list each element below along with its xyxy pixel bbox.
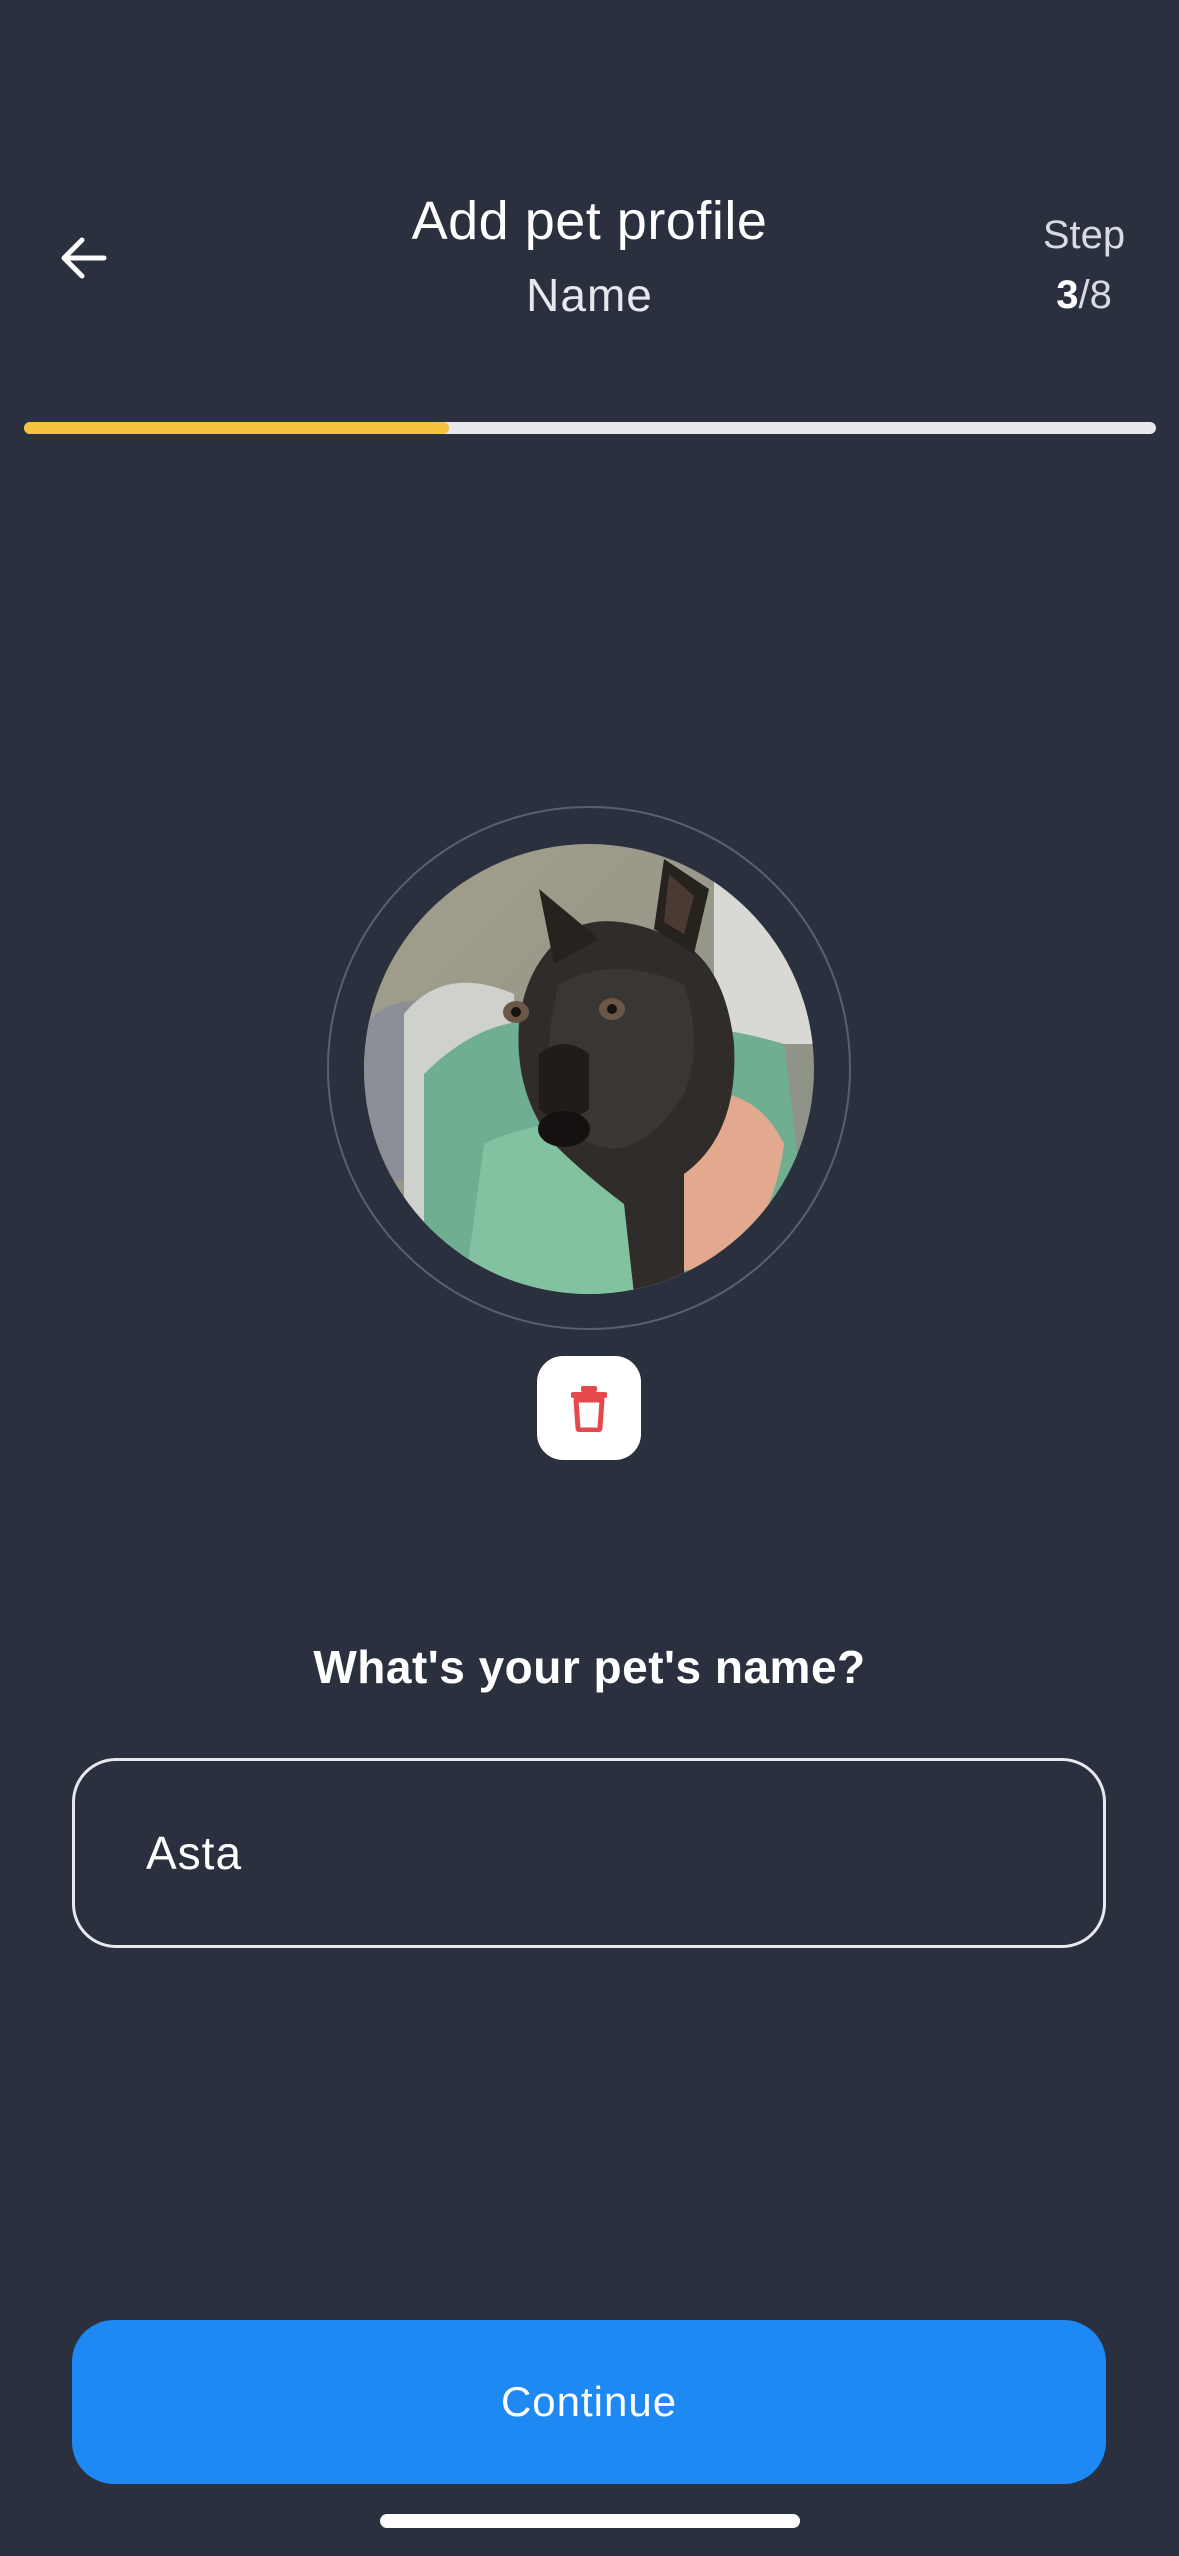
page-title: Add pet profile xyxy=(411,191,768,251)
step-total: 8 xyxy=(1089,273,1112,317)
step-count: 3/8 xyxy=(1009,265,1159,325)
pet-photo-image xyxy=(364,844,814,1294)
pet-name-input[interactable] xyxy=(72,1758,1106,1948)
name-question: What's your pet's name? xyxy=(313,1641,866,1693)
pet-photo[interactable] xyxy=(364,844,814,1294)
trash-icon xyxy=(571,1386,607,1432)
progress-bar xyxy=(24,422,1156,434)
delete-photo-button[interactable] xyxy=(537,1356,641,1460)
step-label: Step xyxy=(1042,213,1126,257)
home-indicator[interactable] xyxy=(380,2514,800,2528)
step-indicator: Step 3/8 xyxy=(1009,205,1159,325)
continue-button-label: Continue xyxy=(500,2378,678,2425)
step-current: 3 xyxy=(1056,273,1079,317)
progress-bar-fill xyxy=(24,422,449,434)
step-separator: / xyxy=(1078,273,1090,317)
page-subtitle: Name xyxy=(526,269,653,321)
continue-button[interactable]: Continue xyxy=(72,2320,1106,2484)
